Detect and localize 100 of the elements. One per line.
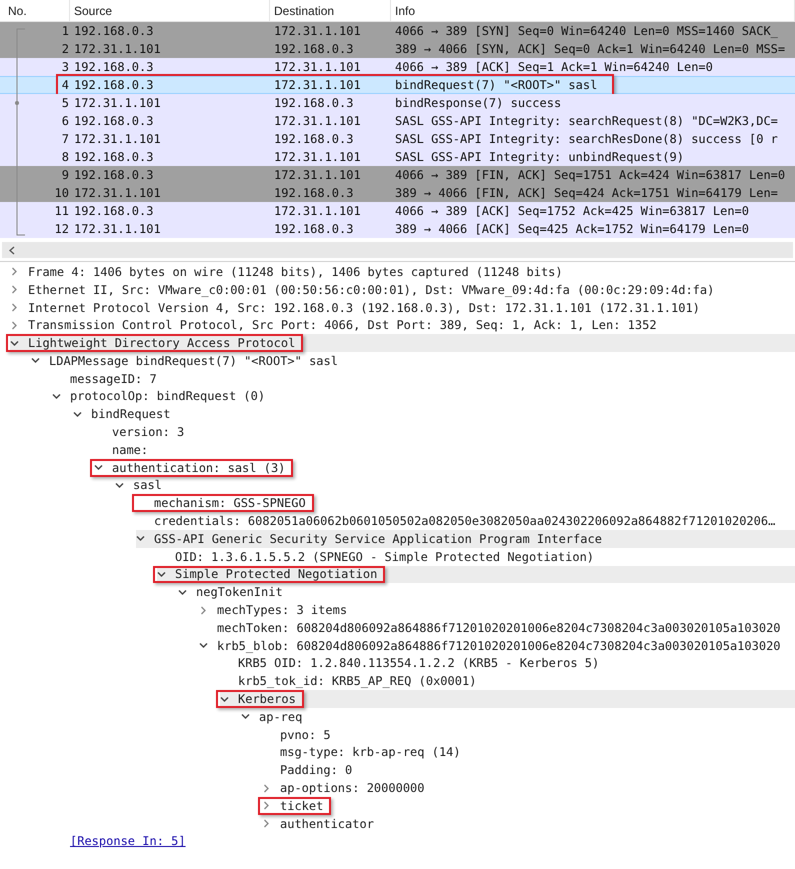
tree-item[interactable]: Padding: 0 bbox=[280, 761, 352, 780]
tree-item[interactable]: Ethernet II, Src: VMware_c0:00:01 (00:50:56:c0:00:01), Dst: VMware_09:4d:fa (00:0c:29:09:4d:fa) bbox=[28, 280, 714, 299]
table-cell: 5 bbox=[62, 96, 69, 110]
tree-item[interactable]: sasl bbox=[133, 476, 162, 494]
chevron-down-icon[interactable] bbox=[115, 480, 124, 490]
table-cell: bindResponse(7) success bbox=[395, 96, 562, 110]
tree-item[interactable]: Lightweight Directory Access Protocol bbox=[28, 334, 296, 352]
table-cell: 2 bbox=[62, 42, 69, 56]
table-cell: 1 bbox=[62, 24, 69, 38]
tree-item[interactable]: pvno: 5 bbox=[280, 726, 331, 744]
chevron-down-icon[interactable] bbox=[10, 338, 19, 348]
tree-item[interactable]: ap-options: 20000000 bbox=[280, 779, 424, 798]
chevron-down-icon[interactable] bbox=[157, 570, 166, 579]
tree-item[interactable]: name: bbox=[112, 440, 148, 459]
tree-item[interactable]: Frame 4: 1406 bytes on wire (11248 bits), 1406 bytes captured (11248 bits) bbox=[28, 262, 563, 281]
packet-row[interactable]: 9 192.168.0.3 172.31.1.101 4066 → 389 [FIN, ACK] Seq=1751 Ack=424 Win=63817 Len=0 bbox=[0, 166, 795, 184]
table-cell: 172.31.1.101 bbox=[74, 96, 161, 110]
packet-row[interactable]: 7 172.31.1.101 192.168.0.3 SASL GSS-API Integrity: searchResDone(8) success [0 r bbox=[0, 130, 795, 148]
response-link[interactable]: [Response In: 5] bbox=[70, 832, 186, 850]
chevron-down-icon[interactable] bbox=[178, 588, 187, 597]
packet-row[interactable]: 1 192.168.0.3 172.31.1.101 4066 → 389 [SYN] Seq=0 Win=64240 Len=0 MSS=1460 SACK_ bbox=[0, 22, 795, 40]
table-cell: 172.31.1.101 bbox=[274, 60, 361, 74]
table-cell: 192.168.0.3 bbox=[74, 204, 154, 218]
tree-item[interactable]: Internet Protocol Version 4, Src: 192.168.0.3 (192.168.0.3), Dst: 172.31.1.101 (172.31.1.101) bbox=[28, 298, 700, 316]
tree-item[interactable]: LDAPMessage bindRequest(7) "<ROOT>" sasl bbox=[49, 352, 338, 370]
chevron-right-icon[interactable] bbox=[10, 285, 19, 294]
packet-row[interactable]: 10 172.31.1.101 192.168.0.3 389 → 4066 [FIN, ACK] Seq=424 Ack=1751 Win=64179 Len= bbox=[0, 184, 795, 202]
table-cell: SASL GSS-API Integrity: searchResDone(8) success [0 r bbox=[395, 132, 778, 146]
tree-item[interactable]: Simple Protected Negotiation bbox=[175, 565, 378, 584]
packet-row[interactable]: 11 192.168.0.3 172.31.1.101 4066 → 389 [ACK] Seq=1752 Ack=425 Win=63817 Len=0 bbox=[0, 202, 795, 220]
column-header[interactable]: Destination bbox=[274, 2, 334, 20]
tree-item[interactable]: mechToken: 608204d806092a864886f71201020201006e8204c7308204c3a003020105a103020 bbox=[217, 618, 781, 637]
table-cell: 4066 → 389 [ACK] Seq=1 Ack=1 Win=64240 Len=0 bbox=[395, 60, 713, 74]
chevron-right-icon[interactable] bbox=[262, 801, 271, 810]
chevron-down-icon[interactable] bbox=[31, 356, 40, 366]
tree-item[interactable]: bindRequest bbox=[91, 405, 170, 424]
table-cell: bindRequest(7) "<ROOT>" sasl bbox=[395, 78, 598, 92]
table-cell: 4066 → 389 [FIN, ACK] Seq=1751 Ack=424 Win=63817 Len=0 bbox=[395, 168, 786, 182]
packet-row[interactable]: 8 192.168.0.3 172.31.1.101 SASL GSS-API Integrity: unbindRequest(9) bbox=[0, 148, 795, 166]
chevron-right-icon[interactable] bbox=[10, 302, 19, 312]
table-cell: 192.168.0.3 bbox=[274, 186, 354, 200]
packet-row[interactable]: 3 192.168.0.3 172.31.1.101 4066 → 389 [ACK] Seq=1 Ack=1 Win=64240 Len=0 bbox=[0, 58, 795, 76]
chevron-down-icon[interactable] bbox=[94, 463, 103, 472]
chevron-down-icon[interactable] bbox=[220, 694, 229, 704]
tree-item[interactable]: msg-type: krb-ap-req (14) bbox=[280, 743, 461, 762]
chevron-right-icon[interactable] bbox=[262, 819, 271, 828]
tree-item[interactable]: krb5_blob: 608204d806092a864886f71201020201006e8204c7308204c3a003020105a103020 bbox=[217, 636, 781, 655]
chevron-right-icon[interactable] bbox=[262, 784, 271, 792]
tree-item[interactable]: ap-req bbox=[259, 708, 302, 726]
table-cell: 192.168.0.3 bbox=[274, 96, 354, 110]
column-header[interactable]: Source bbox=[74, 2, 112, 20]
scroll-left-icon[interactable] bbox=[9, 246, 15, 254]
chevron-right-icon[interactable] bbox=[10, 320, 19, 330]
table-cell: 192.168.0.3 bbox=[74, 60, 154, 74]
table-cell: 12 bbox=[54, 222, 69, 236]
packet-row[interactable]: 5 172.31.1.101 192.168.0.3 bindResponse(7) success bbox=[0, 94, 795, 112]
packet-row[interactable]: 2 172.31.1.101 192.168.0.3 389 → 4066 [SYN, ACK] Seq=0 Ack=1 Win=64240 Len=0 MSS= bbox=[0, 40, 795, 58]
packet-row[interactable]: 6 192.168.0.3 172.31.1.101 SASL GSS-API Integrity: searchRequest(8) "DC=W2K3,DC= bbox=[0, 112, 795, 130]
table-cell: 172.31.1.101 bbox=[274, 204, 361, 218]
chevron-down-icon[interactable] bbox=[241, 712, 250, 722]
chevron-down-icon[interactable] bbox=[73, 410, 82, 419]
tree-item[interactable]: authentication: sasl (3) bbox=[112, 458, 286, 477]
chevron-down-icon[interactable] bbox=[52, 392, 61, 401]
tree-item[interactable]: KRB5 OID: 1.2.840.113554.1.2.2 (KRB5 - Kerberos 5) bbox=[238, 654, 600, 672]
table-cell: 192.168.0.3 bbox=[74, 78, 154, 92]
column-header[interactable]: Info bbox=[395, 2, 416, 20]
chevron-right-icon[interactable] bbox=[199, 606, 208, 615]
column-header[interactable]: No. bbox=[8, 2, 27, 20]
table-cell: 192.168.0.3 bbox=[274, 132, 354, 146]
tree-item[interactable]: authenticator bbox=[280, 814, 374, 833]
chevron-down-icon[interactable] bbox=[199, 641, 208, 650]
tree-item[interactable]: messageID: 7 bbox=[70, 370, 157, 388]
table-cell: 7 bbox=[62, 132, 69, 146]
table-cell: 9 bbox=[62, 168, 69, 182]
table-cell: 10 bbox=[54, 186, 69, 200]
tree-item[interactable]: mechanism: GSS-SPNEGO bbox=[154, 494, 306, 512]
tree-item[interactable]: ticket bbox=[280, 796, 324, 815]
tree-item[interactable]: version: 3 bbox=[112, 423, 184, 442]
table-cell: 192.168.0.3 bbox=[274, 222, 354, 236]
table-cell: 4 bbox=[62, 78, 69, 92]
tree-item[interactable]: protocolOp: bindRequest (0) bbox=[70, 387, 266, 406]
tree-item[interactable]: credentials: 6082051a06062b0601050502a082050e3082050aa024302206092a864882f71201020206… bbox=[154, 512, 776, 530]
tree-item[interactable]: Transmission Control Protocol, Src Port: 4066, Dst Port: 389, Seq: 1, Ack: 1, Len: 1352 bbox=[28, 316, 657, 334]
chevron-down-icon[interactable] bbox=[136, 534, 145, 544]
table-cell: SASL GSS-API Integrity: unbindRequest(9) bbox=[395, 150, 684, 164]
chevron-right-icon[interactable] bbox=[10, 267, 19, 276]
tree-item[interactable]: krb5_tok_id: KRB5_AP_REQ (0x0001) bbox=[238, 672, 476, 690]
tree-item[interactable]: negTokenInit bbox=[196, 583, 283, 602]
packet-row[interactable]: 12 172.31.1.101 192.168.0.3 389 → 4066 [ACK] Seq=425 Ack=1752 Win=64179 Len=0 bbox=[0, 220, 795, 238]
horizontal-scrollbar[interactable] bbox=[2, 242, 793, 258]
tree-item[interactable]: OID: 1.3.6.1.5.5.2 (SPNEGO - Simple Protected Negotiation) bbox=[175, 548, 594, 566]
tree-item[interactable]: GSS-API Generic Security Service Application Program Interface bbox=[154, 530, 602, 548]
tree-item[interactable]: Kerberos bbox=[238, 690, 296, 708]
table-cell: 192.168.0.3 bbox=[74, 114, 154, 128]
table-cell: 172.31.1.101 bbox=[74, 222, 161, 236]
table-cell: 389 → 4066 [ACK] Seq=425 Ack=1752 Win=64179 Len=0 bbox=[395, 222, 750, 236]
tree-item[interactable]: mechTypes: 3 items bbox=[217, 601, 348, 620]
packet-row[interactable]: 4 192.168.0.3 172.31.1.101 bindRequest(7) "<ROOT>" sasl bbox=[0, 76, 795, 94]
table-cell: 192.168.0.3 bbox=[74, 24, 154, 38]
table-cell: 389 → 4066 [SYN, ACK] Seq=0 Ack=1 Win=64240 Len=0 MSS= bbox=[395, 42, 786, 56]
